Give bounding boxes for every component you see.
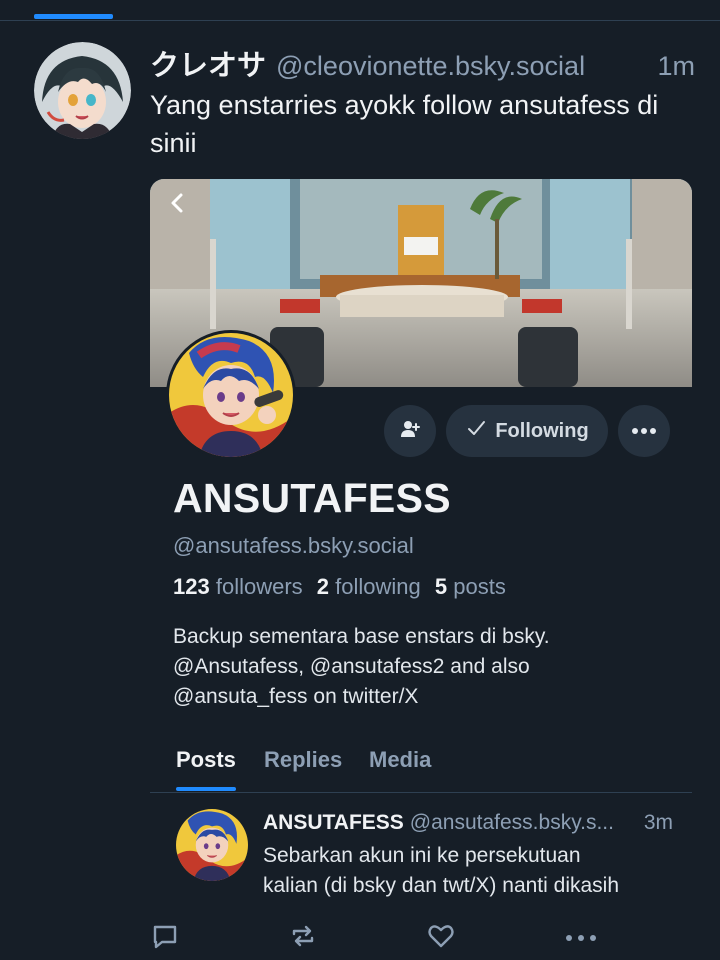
- post-action-bar: [0, 918, 720, 958]
- profile-stats: 123 followers 2 following 5 posts: [173, 574, 506, 600]
- nested-post-author-handle[interactable]: @ansutafess.bsky.s...: [410, 811, 632, 835]
- post-more-button[interactable]: [565, 922, 597, 954]
- following-count: 2: [316, 574, 330, 599]
- followers-label: followers: [215, 574, 303, 599]
- tab-media[interactable]: Media: [369, 745, 431, 792]
- add-user-button[interactable]: [384, 405, 436, 457]
- top-divider: [0, 20, 720, 21]
- bio-line: @Ansutafess, @ansutafess2 and also: [173, 655, 530, 678]
- bio-line: Backup sementara base enstars di bsky.: [173, 625, 550, 648]
- nested-post-text: Sebarkan akun ini ke persekutuan kalian …: [263, 841, 683, 901]
- reply-button[interactable]: [149, 922, 181, 954]
- post-author-display-name[interactable]: クレオサ: [150, 42, 266, 84]
- profile-more-button[interactable]: [618, 405, 670, 457]
- profile-display-name: ANSUTAFESS: [173, 475, 451, 521]
- posts-stat: 5 posts: [435, 574, 506, 599]
- post-author-avatar[interactable]: [34, 42, 131, 139]
- post-author-handle[interactable]: @cleovionette.bsky.social: [276, 51, 585, 82]
- active-tab-indicator: [34, 14, 113, 19]
- posts-count: 5: [434, 574, 448, 599]
- bio-line: @ansuta_fess on twitter/X: [173, 685, 419, 708]
- nested-post-avatar[interactable]: [176, 809, 248, 881]
- profile-bio: Backup sementara base enstars di bsky. @…: [173, 622, 673, 712]
- heart-icon: [426, 921, 456, 956]
- embedded-profile-card[interactable]: Following ANSUTAFESS @ansutafess.bsky.so…: [150, 179, 692, 919]
- post-timestamp[interactable]: 1m: [657, 51, 695, 82]
- nested-post-text-line: kalian (di bsky dan twt/X) nanti dikasih: [263, 874, 620, 897]
- nested-post-text-line: Sebarkan akun ini ke persekutuan: [263, 844, 581, 867]
- ellipsis-icon: [565, 929, 597, 947]
- following-button-label: Following: [495, 419, 589, 442]
- profile-avatar[interactable]: [166, 330, 296, 460]
- repost-button[interactable]: [287, 922, 319, 954]
- followers-stat[interactable]: 123 followers: [173, 574, 303, 599]
- posts-label: posts: [453, 574, 506, 599]
- person-add-icon: [399, 418, 421, 445]
- repost-icon: [288, 921, 318, 956]
- tab-underline: [176, 787, 236, 791]
- tab-posts[interactable]: Posts: [176, 745, 236, 792]
- like-button[interactable]: [425, 922, 457, 954]
- nested-post[interactable]: ANSUTAFESS @ansutafess.bsky.s... 3m Seba…: [150, 801, 692, 911]
- followers-count: 123: [173, 574, 210, 599]
- following-button[interactable]: Following: [446, 405, 608, 457]
- following-label: following: [335, 574, 421, 599]
- chevron-left-icon[interactable]: [168, 191, 188, 215]
- profile-handle: @ansutafess.bsky.social: [173, 533, 414, 558]
- tab-replies[interactable]: Replies: [264, 745, 342, 792]
- nested-post-author-name[interactable]: ANSUTAFESS: [263, 811, 404, 835]
- post-text: Yang enstarries ayokk follow ansutafess …: [150, 90, 659, 158]
- following-stat[interactable]: 2 following: [317, 574, 421, 599]
- nested-post-header: ANSUTAFESS @ansutafess.bsky.s... 3m: [263, 811, 673, 835]
- nested-post-timestamp[interactable]: 3m: [644, 811, 673, 835]
- ellipsis-icon: [631, 422, 657, 440]
- profile-tabs: Posts Replies Media: [150, 745, 692, 793]
- comment-icon: [150, 921, 180, 956]
- post-header: クレオサ @cleovionette.bsky.social 1m: [150, 42, 695, 82]
- check-icon: [465, 417, 487, 445]
